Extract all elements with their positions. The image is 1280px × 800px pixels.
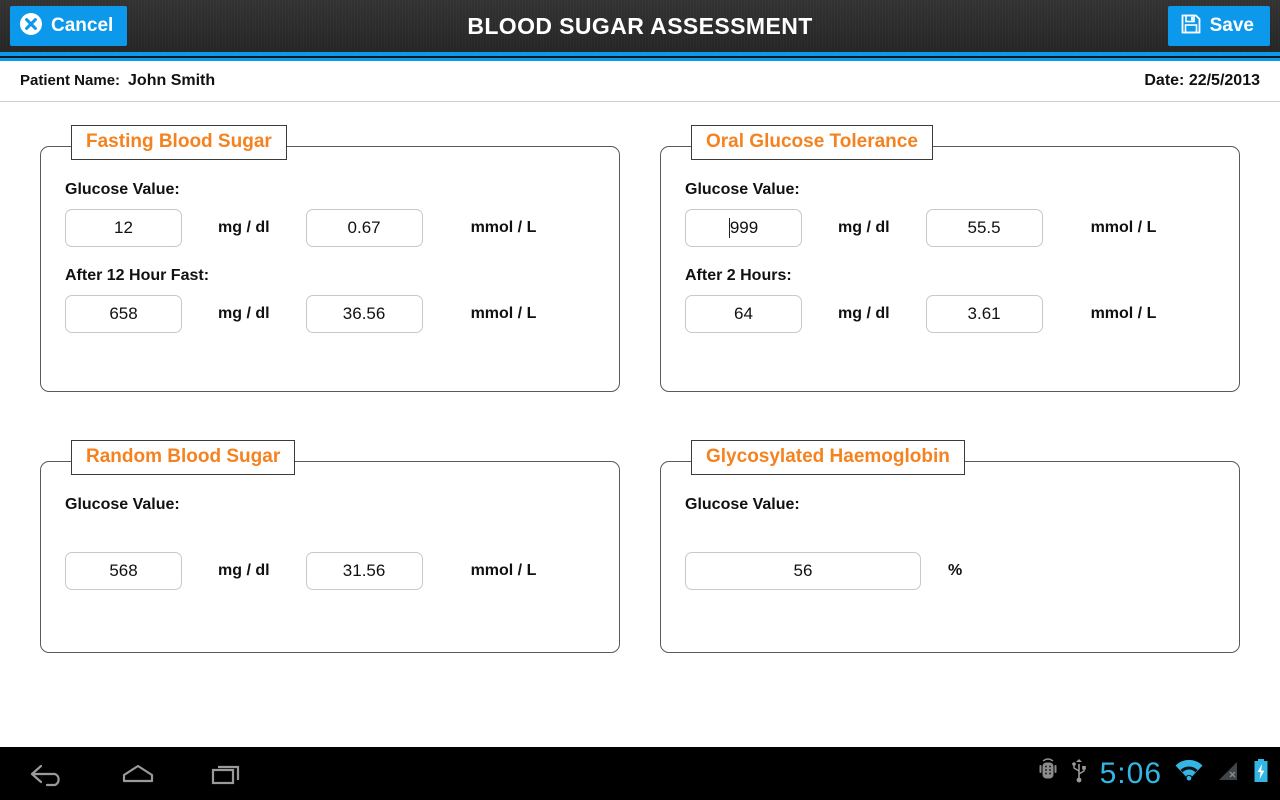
label-glycosylated-glucose-value: Glucose Value: xyxy=(685,496,800,513)
panel-body-oral-glucose: Glucose Value: 999 mg / dl mmol / L Afte… xyxy=(661,147,1239,363)
status-clock: 5:06 xyxy=(1099,756,1162,790)
cell-signal-no-service-icon xyxy=(1216,759,1240,788)
usb-icon xyxy=(1070,758,1088,789)
patient-name-label: Patient Name: xyxy=(20,72,121,89)
panel-random-blood-sugar: Random Blood Sugar Glucose Value: mg / d… xyxy=(40,440,620,653)
panel-oral-glucose-tolerance: Oral Glucose Tolerance Glucose Value: 99… xyxy=(660,125,1240,392)
nav-button-group xyxy=(0,754,252,794)
save-button[interactable]: Save xyxy=(1167,6,1270,46)
page-title: BLOOD SUGAR ASSESSMENT xyxy=(467,12,813,39)
panel-body-fasting: Glucose Value: mg / dl mmol / L After 12… xyxy=(41,147,619,363)
panel-body-glycosylated: Glucose Value: % xyxy=(661,462,1239,620)
unit-glycosylated-percent: % xyxy=(948,562,963,579)
wifi-icon xyxy=(1174,759,1204,788)
unit-oral-after2h-mgdl: mg / dl xyxy=(838,305,890,322)
unit-oral-glucose-mmol: mmol / L xyxy=(1090,219,1157,236)
label-oral-after-2-hours: After 2 Hours: xyxy=(685,267,792,284)
label-oral-glucose-value: Glucose Value: xyxy=(685,181,800,198)
unit-fasting-after12-mmol: mmol / L xyxy=(470,305,537,322)
input-fasting-after12-mgdl[interactable] xyxy=(65,295,182,333)
input-oral-glucose-mmol[interactable] xyxy=(925,209,1043,247)
panel-legend-oral-glucose: Oral Glucose Tolerance xyxy=(691,125,933,160)
title-bar: BLOOD SUGAR ASSESSMENT xyxy=(0,0,1280,52)
cancel-circle-x-icon xyxy=(19,12,43,41)
unit-random-glucose-mgdl: mg / dl xyxy=(218,562,270,579)
panel-glycosylated-haemoglobin: Glycosylated Haemoglobin Glucose Value: … xyxy=(660,440,1240,653)
panel-legend-fasting: Fasting Blood Sugar xyxy=(71,125,287,160)
input-glycosylated-percent[interactable] xyxy=(685,552,921,590)
input-oral-glucose-mgdl[interactable]: 999 xyxy=(685,209,802,247)
row-fasting-after-12-hour-fast: mg / dl mmol / L xyxy=(65,295,595,333)
android-navigation-bar: 5:06 xyxy=(0,747,1280,800)
input-fasting-glucose-mgdl[interactable] xyxy=(65,209,182,247)
assessment-date: Date: 22/5/2013 xyxy=(1144,72,1260,89)
label-fasting-glucose-value: Glucose Value: xyxy=(65,181,180,198)
floppy-disk-icon xyxy=(1180,13,1202,40)
app-root: BLOOD SUGAR ASSESSMENT Cancel Save Patie… xyxy=(0,0,1280,800)
back-arrow-icon[interactable] xyxy=(24,754,72,794)
input-oral-after2h-mmol[interactable] xyxy=(925,295,1043,333)
home-icon[interactable] xyxy=(114,754,162,794)
row-oral-after-2-hours: mg / dl mmol / L xyxy=(685,295,1215,333)
unit-fasting-glucose-mgdl: mg / dl xyxy=(218,219,270,236)
save-button-label: Save xyxy=(1209,15,1254,36)
unit-oral-after2h-mmol: mmol / L xyxy=(1090,305,1157,322)
cancel-button-label: Cancel xyxy=(51,15,114,36)
input-fasting-after12-mmol[interactable] xyxy=(305,295,423,333)
row-fasting-glucose-value: mg / dl mmol / L xyxy=(65,209,595,247)
form-content: Fasting Blood Sugar Glucose Value: mg / … xyxy=(0,102,1280,747)
panel-legend-glycosylated: Glycosylated Haemoglobin xyxy=(691,440,965,475)
panel-fasting-blood-sugar: Fasting Blood Sugar Glucose Value: mg / … xyxy=(40,125,620,392)
row-random-glucose-value: mg / dl mmol / L xyxy=(65,552,595,590)
android-debug-icon xyxy=(1038,758,1058,789)
label-random-glucose-value: Glucose Value: xyxy=(65,496,180,513)
recent-apps-icon[interactable] xyxy=(204,754,252,794)
panel-legend-random: Random Blood Sugar xyxy=(71,440,296,475)
row-glycosylated-glucose-value: % xyxy=(685,552,1215,590)
unit-fasting-glucose-mmol: mmol / L xyxy=(470,219,537,236)
row-oral-glucose-value: 999 mg / dl mmol / L xyxy=(685,209,1215,247)
label-fasting-after-12-hour-fast: After 12 Hour Fast: xyxy=(65,267,210,284)
patient-name-group: Patient Name: John Smith xyxy=(20,72,215,90)
input-random-glucose-mgdl[interactable] xyxy=(65,552,182,590)
input-oral-after2h-mgdl[interactable] xyxy=(685,295,802,333)
patient-info-bar: Patient Name: John Smith Date: 22/5/2013 xyxy=(0,61,1280,101)
input-random-glucose-mmol[interactable] xyxy=(305,552,423,590)
unit-random-glucose-mmol: mmol / L xyxy=(470,562,537,579)
unit-oral-glucose-mgdl: mg / dl xyxy=(838,219,890,236)
battery-charging-icon xyxy=(1252,758,1270,789)
status-icons-area: 5:06 xyxy=(1038,747,1270,800)
patient-name-value: John Smith xyxy=(128,72,216,89)
input-oral-glucose-mgdl-text: 999 xyxy=(729,218,759,237)
input-fasting-glucose-mmol[interactable] xyxy=(305,209,423,247)
cancel-button[interactable]: Cancel xyxy=(10,6,128,46)
unit-fasting-after12-mgdl: mg / dl xyxy=(218,305,270,322)
panel-body-random: Glucose Value: mg / dl mmol / L xyxy=(41,462,619,620)
